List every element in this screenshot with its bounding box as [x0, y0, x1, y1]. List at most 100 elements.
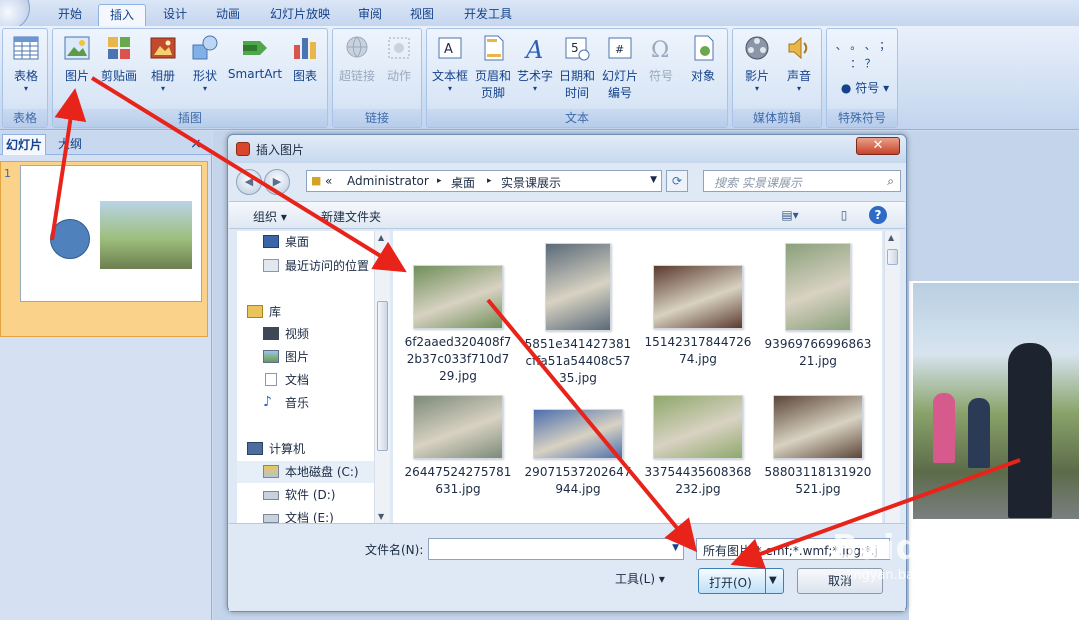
file-thumbnail [653, 265, 743, 329]
breadcrumb-current-folder[interactable]: 实景课展示 [501, 174, 561, 191]
tab-animation[interactable]: 动画 [204, 4, 252, 26]
tools-button[interactable]: 工具(L) ▾ [615, 570, 665, 587]
breadcrumb-separator[interactable]: ▸ [487, 176, 492, 186]
scroll-down-icon[interactable]: ▼ [378, 512, 384, 521]
nav-computer[interactable]: 计算机 [237, 438, 377, 460]
breadcrumb-desktop[interactable]: 桌面 [451, 174, 475, 191]
file-item[interactable]: 6f2aaed320408f72b37c033f710d729.jpg [403, 265, 513, 385]
file-item[interactable]: 9396976699686321.jpg [763, 243, 873, 370]
tab-slides[interactable]: 幻灯片 [2, 134, 46, 155]
tab-slideshow[interactable]: 幻灯片放映 [262, 4, 338, 26]
filename-input[interactable]: ▼ [428, 538, 684, 560]
header-footer-button[interactable]: 页眉和 页脚 [473, 33, 513, 101]
nav-drive-e[interactable]: 文档 (E:) [237, 507, 377, 523]
view-options-icon[interactable]: ▤▾ [781, 207, 799, 223]
breadcrumb-separator[interactable]: ▸ [437, 176, 442, 186]
wordart-button[interactable]: A 艺术字 ▾ [515, 33, 555, 93]
file-item[interactable]: 58803118131920521.jpg [763, 395, 873, 498]
chevron-down-icon[interactable]: ▼ [650, 175, 657, 185]
chevron-down-icon[interactable]: ▼ [769, 575, 777, 586]
nav-recent[interactable]: 最近访问的位置 [237, 255, 377, 277]
album-button-label: 相册 [150, 69, 175, 83]
special-symbols-palette[interactable]: 、 。 、 ； ： ？ [831, 37, 895, 73]
datetime-button[interactable]: 5 日期和 时间 [557, 33, 597, 101]
files-scrollbar-thumb[interactable] [887, 249, 898, 265]
special-symbol-button[interactable]: ● 符号 ▾ [837, 79, 893, 96]
preview-pane-icon[interactable]: ▯ [835, 207, 853, 223]
drive-icon [263, 491, 279, 500]
dialog-footer: 文件名(N): ▼ 所有图片(*.emf;*.wmf;*.jpg;*.j 工具(… [229, 523, 905, 611]
nav-drive-c[interactable]: 本地磁盘 (C:) [237, 461, 377, 483]
tab-design[interactable]: 设计 [152, 4, 198, 26]
action-button[interactable]: 动作 [379, 33, 419, 84]
file-item[interactable]: 29071537202647944.jpg [523, 409, 633, 498]
file-name: 29071537202647944.jpg [524, 465, 632, 496]
group-special-symbols: 、 。 、 ； ： ？ ● 符号 ▾ 特殊符号 [826, 28, 898, 128]
nav-library[interactable]: 库 [237, 301, 377, 323]
nav-label: 视频 [285, 327, 310, 341]
tab-review[interactable]: 审阅 [348, 4, 392, 26]
search-box[interactable]: 搜索 实景课展示 ⌕ [703, 170, 901, 192]
table-button[interactable]: 表格 ▾ [8, 33, 44, 93]
panel-tabs: 幻灯片 大纲 × [0, 131, 212, 155]
nav-drive-d[interactable]: 软件 (D:) [237, 484, 377, 506]
scroll-up-icon[interactable]: ▲ [888, 233, 894, 242]
nav-music[interactable]: ♪ 音乐 [237, 392, 377, 414]
nav-videos[interactable]: 视频 [237, 323, 377, 345]
nav-scrollbar-thumb[interactable] [377, 301, 388, 451]
watermark-url: jingyan.baidu.com [846, 568, 966, 583]
hyperlink-button[interactable]: 超链接 [337, 33, 377, 84]
clipart-button[interactable]: 剪贴画 [99, 33, 139, 84]
object-icon [694, 35, 714, 61]
nav-label: 音乐 [285, 396, 310, 410]
tab-view[interactable]: 视图 [400, 4, 444, 26]
file-thumbnail [413, 265, 503, 329]
file-item[interactable]: 5851e341427381cffa51a54408c5735.jpg [523, 243, 633, 387]
open-button[interactable]: 打开(O) ▼ [698, 568, 784, 594]
refresh-icon[interactable]: ⟳ [666, 170, 688, 192]
nav-label: 本地磁盘 (C:) [285, 465, 359, 479]
tab-outline[interactable]: 大纲 [56, 134, 96, 155]
back-button[interactable]: ◀ [236, 169, 262, 195]
chevron-down-icon[interactable]: ▼ [672, 543, 679, 553]
nav-label: 图片 [285, 350, 310, 364]
breadcrumb-administrator[interactable]: Administrator [347, 174, 429, 188]
close-icon[interactable]: × [190, 134, 206, 155]
new-folder-button[interactable]: 新建文件夹 [321, 208, 381, 225]
group-media: 影片 ▾ 声音 ▾ 媒体剪辑 [732, 28, 822, 128]
file-name: 9396976699686321.jpg [764, 337, 872, 368]
slide-number-button[interactable]: # 幻灯片 编号 [599, 33, 641, 101]
textbox-button[interactable]: A 文本框 ▾ [429, 33, 471, 93]
slide-thumbnail[interactable] [20, 165, 202, 302]
tab-home[interactable]: 开始 [48, 4, 92, 26]
dialog-close-button[interactable]: ✕ [856, 137, 900, 155]
album-button[interactable]: 相册 ▾ [145, 33, 181, 93]
file-item[interactable]: 26447524275781631.jpg [403, 395, 513, 498]
nav-desktop[interactable]: 桌面 [237, 231, 377, 253]
shapes-button[interactable]: 形状 ▾ [187, 33, 223, 93]
group-table: 表格 ▾ 表格 [2, 28, 48, 128]
tab-developer[interactable]: 开发工具 [454, 4, 522, 26]
slide-photo[interactable] [913, 283, 1079, 519]
forward-button[interactable]: ▶ [264, 169, 290, 195]
organize-button[interactable]: 组织 ▾ [253, 208, 287, 225]
movie-button[interactable]: 影片 ▾ [737, 33, 777, 93]
files-scrollbar[interactable]: ▲ [884, 231, 900, 523]
help-icon[interactable]: ? [869, 206, 887, 224]
nav-scrollbar[interactable]: ▲ ▼ [374, 231, 390, 523]
search-icon[interactable]: ⌕ [887, 174, 894, 189]
tab-insert[interactable]: 插入 [98, 4, 146, 26]
sound-button[interactable]: 声音 ▾ [779, 33, 819, 93]
nav-documents[interactable]: 文档 [237, 369, 377, 391]
chart-button[interactable]: 图表 [287, 33, 323, 84]
file-item[interactable]: 1514231784472674.jpg [643, 265, 753, 368]
scroll-up-icon[interactable]: ▲ [378, 233, 384, 242]
picture-button[interactable]: 图片 [59, 33, 95, 84]
object-button[interactable]: 对象 [683, 33, 723, 84]
nav-pictures[interactable]: 图片 [237, 346, 377, 368]
svg-text:#: # [615, 43, 624, 56]
address-bar[interactable]: ■ « Administrator ▸ 桌面 ▸ 实景课展示 ▼ [306, 170, 662, 192]
file-item[interactable]: 33754435608368232.jpg [643, 395, 753, 498]
symbol-button[interactable]: Ω 符号 [643, 33, 679, 84]
smartart-button[interactable]: SmartArt [227, 33, 283, 81]
